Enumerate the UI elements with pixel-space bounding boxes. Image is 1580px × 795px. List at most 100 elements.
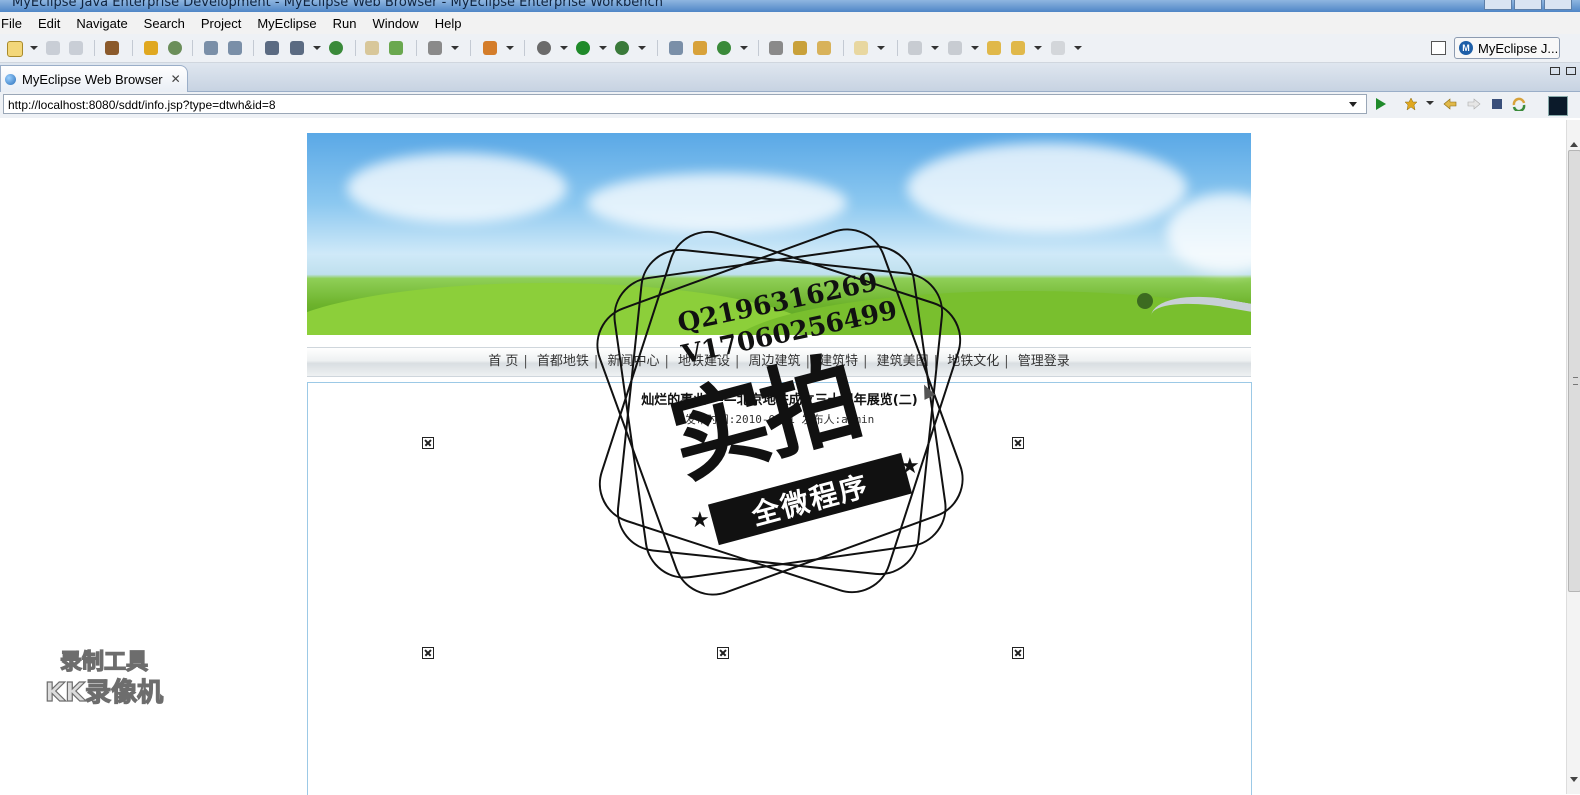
web-project-icon[interactable] bbox=[289, 40, 305, 56]
back-dropdown-icon[interactable] bbox=[1034, 46, 1042, 50]
search-icon[interactable] bbox=[227, 40, 243, 56]
menu-search[interactable]: Search bbox=[136, 16, 193, 31]
wizard-icon[interactable] bbox=[264, 40, 280, 56]
debug-config-icon[interactable] bbox=[143, 40, 159, 56]
menu-help[interactable]: Help bbox=[427, 16, 470, 31]
external-tools-icon[interactable] bbox=[614, 40, 630, 56]
url-input[interactable]: http://localhost:8080/sddt/info.jsp?type… bbox=[3, 94, 1367, 114]
menu-run[interactable]: Run bbox=[325, 16, 365, 31]
toolbar-separator bbox=[94, 40, 95, 56]
tree bbox=[1137, 293, 1153, 309]
debug-dropdown-icon[interactable] bbox=[560, 46, 568, 50]
globe-icon[interactable] bbox=[328, 40, 344, 56]
cloud bbox=[907, 143, 1187, 233]
package-icon[interactable] bbox=[104, 40, 120, 56]
minimize-view-icon[interactable] bbox=[1550, 67, 1560, 75]
browser-forward-icon[interactable] bbox=[1467, 97, 1481, 111]
perspective-label: MyEclipse J... bbox=[1478, 40, 1559, 56]
refresh-icon[interactable] bbox=[716, 40, 732, 56]
scroll-grip-icon bbox=[1573, 377, 1578, 385]
perspective-switcher[interactable]: M MyEclipse J... bbox=[1454, 37, 1560, 59]
deploy-box-icon[interactable] bbox=[816, 40, 832, 56]
scroll-up-arrow-icon[interactable] bbox=[1570, 142, 1578, 147]
menu-myeclipse[interactable]: MyEclipse bbox=[249, 16, 324, 31]
toolbar-separator bbox=[843, 40, 844, 56]
close-tab-icon[interactable]: ✕ bbox=[171, 72, 181, 86]
open-perspective-icon[interactable] bbox=[1431, 41, 1446, 55]
scroll-thumb[interactable] bbox=[1568, 150, 1580, 592]
rocket-icon[interactable] bbox=[792, 40, 808, 56]
toolbar-separator bbox=[758, 40, 759, 56]
browser-back-icon[interactable] bbox=[1443, 97, 1457, 111]
next-annotation-icon[interactable] bbox=[947, 40, 963, 56]
nav-admin-login[interactable]: 管理登录 bbox=[1018, 354, 1070, 369]
close-window-button[interactable] bbox=[1544, 0, 1572, 10]
toolbar-separator bbox=[253, 40, 254, 56]
new-icon[interactable] bbox=[6, 40, 23, 57]
broken-image-icon bbox=[422, 437, 434, 449]
save-all-icon[interactable] bbox=[68, 40, 84, 56]
toolbar-separator bbox=[355, 40, 356, 56]
web-project-dropdown-icon[interactable] bbox=[313, 46, 321, 50]
maximize-view-icon[interactable] bbox=[1566, 67, 1576, 75]
menu-file[interactable]: File bbox=[0, 16, 30, 31]
favorites-icon[interactable] bbox=[1404, 97, 1418, 111]
next-annotation-dropdown-icon[interactable] bbox=[971, 46, 979, 50]
maximize-button[interactable] bbox=[1514, 0, 1542, 10]
minimize-button[interactable] bbox=[1484, 0, 1512, 10]
open-folder-icon[interactable] bbox=[364, 40, 380, 56]
favorites-dropdown-icon[interactable] bbox=[1426, 101, 1434, 105]
new-project-dropdown-icon[interactable] bbox=[506, 46, 514, 50]
prev-annotation-dropdown-icon[interactable] bbox=[931, 46, 939, 50]
broken-image-icon bbox=[1012, 647, 1024, 659]
stop-icon[interactable] bbox=[1490, 97, 1504, 111]
nav-home[interactable]: 首 页 bbox=[488, 354, 518, 369]
menu-navigate[interactable]: Navigate bbox=[68, 16, 135, 31]
star-icon: ★ bbox=[900, 454, 920, 479]
console-icon[interactable] bbox=[1548, 96, 1568, 116]
connect-icon[interactable] bbox=[768, 40, 784, 56]
run-icon[interactable] bbox=[575, 40, 591, 56]
folder-dropdown-icon[interactable] bbox=[877, 46, 885, 50]
back-history-icon[interactable] bbox=[986, 40, 1002, 56]
go-icon[interactable] bbox=[1373, 97, 1387, 111]
toolbar-separator bbox=[897, 40, 898, 56]
server-icon[interactable] bbox=[203, 40, 219, 56]
run-dropdown-icon[interactable] bbox=[599, 46, 607, 50]
refresh-page-icon[interactable] bbox=[1512, 97, 1526, 113]
nav-capital-metro[interactable]: 首都地铁 bbox=[537, 354, 589, 369]
watermark-line2: KK录像机 bbox=[44, 677, 164, 708]
plugin-icon[interactable] bbox=[692, 40, 708, 56]
forward-icon[interactable] bbox=[1050, 40, 1066, 56]
browser-globe-icon bbox=[5, 73, 16, 85]
broken-image-icon bbox=[717, 647, 729, 659]
menu-edit[interactable]: Edit bbox=[30, 16, 68, 31]
address-bar: http://localhost:8080/sddt/info.jsp?type… bbox=[0, 92, 1580, 118]
forward-dropdown-icon[interactable] bbox=[1074, 46, 1082, 50]
url-history-dropdown-icon[interactable] bbox=[1349, 102, 1357, 107]
folder-icon[interactable] bbox=[853, 40, 869, 56]
view-controls bbox=[1550, 67, 1576, 75]
new-dropdown-icon[interactable] bbox=[30, 46, 38, 50]
tab-web-browser[interactable]: MyEclipse Web Browser ✕ bbox=[0, 65, 188, 92]
image-dropdown-icon[interactable] bbox=[451, 46, 459, 50]
image-icon[interactable] bbox=[427, 40, 443, 56]
hierarchy-icon[interactable] bbox=[668, 40, 684, 56]
refresh-dropdown-icon[interactable] bbox=[740, 46, 748, 50]
toolbar-separator bbox=[132, 40, 133, 56]
toolbar-separator bbox=[524, 40, 525, 56]
window-title: MyEclipse Java Enterprise Development - … bbox=[12, 0, 663, 10]
open-file-icon[interactable] bbox=[388, 40, 404, 56]
back-icon[interactable] bbox=[1010, 40, 1026, 56]
debug-icon[interactable] bbox=[536, 40, 552, 56]
cloud bbox=[1167, 193, 1251, 273]
new-project-icon[interactable] bbox=[482, 40, 498, 56]
scroll-down-arrow-icon[interactable] bbox=[1570, 777, 1578, 782]
menu-project[interactable]: Project bbox=[193, 16, 249, 31]
prev-annotation-icon[interactable] bbox=[907, 40, 923, 56]
menu-window[interactable]: Window bbox=[364, 16, 426, 31]
deploy-icon[interactable] bbox=[167, 40, 183, 56]
save-icon[interactable] bbox=[45, 40, 61, 56]
external-tools-dropdown-icon[interactable] bbox=[638, 46, 646, 50]
vertical-scrollbar[interactable] bbox=[1566, 120, 1580, 794]
